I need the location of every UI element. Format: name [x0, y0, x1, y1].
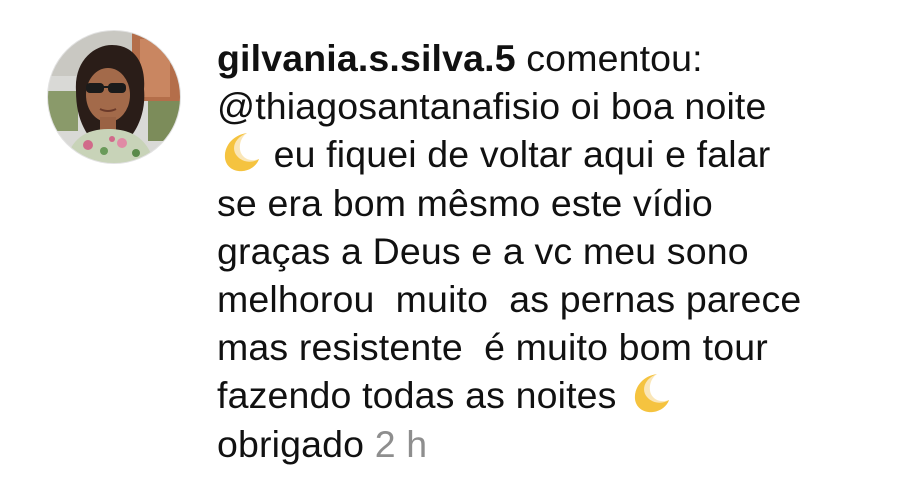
comment-line-3: se era bom mêsmo este vídio: [217, 181, 713, 224]
comment-line-4: graças a Deus e a vc meu sono: [217, 229, 749, 272]
comment-line-1: @thiagosantanafisio oi boa noite: [217, 85, 767, 128]
comment-line-5: melhorou muito as pernas parece: [217, 277, 802, 320]
comment-line-6: mas resistente é muito bom tour: [217, 326, 768, 369]
avatar-photo: [48, 31, 180, 163]
comment-line-7: fazendo todas as noites: [217, 371, 897, 419]
comment-timestamp: 2 h: [374, 422, 428, 465]
comment-line-7-text: fazendo todas as noites: [217, 374, 628, 417]
comment-header: gilvania.s.silva.5 comentou:: [217, 34, 897, 82]
comment-line-2-text: eu fiquei de voltar aqui e falar: [263, 133, 771, 176]
comment-action-label: comentou:: [515, 37, 703, 79]
username-link[interactable]: gilvania.s.silva.5: [217, 37, 516, 79]
avatar[interactable]: [48, 31, 180, 163]
comment-line-2: eu fiquei de voltar aqui e falar: [217, 130, 897, 178]
comment-text: gilvania.s.silva.5 comentou: @thiagosant…: [217, 34, 897, 468]
comment-item: gilvania.s.silva.5 comentou: @thiagosant…: [0, 0, 911, 489]
comment-line-8: obrigado 2 h: [217, 420, 897, 468]
crescent-moon-icon: [217, 131, 263, 173]
comment-line-8-text: obrigado: [217, 422, 375, 465]
crescent-moon-icon: [627, 372, 673, 414]
